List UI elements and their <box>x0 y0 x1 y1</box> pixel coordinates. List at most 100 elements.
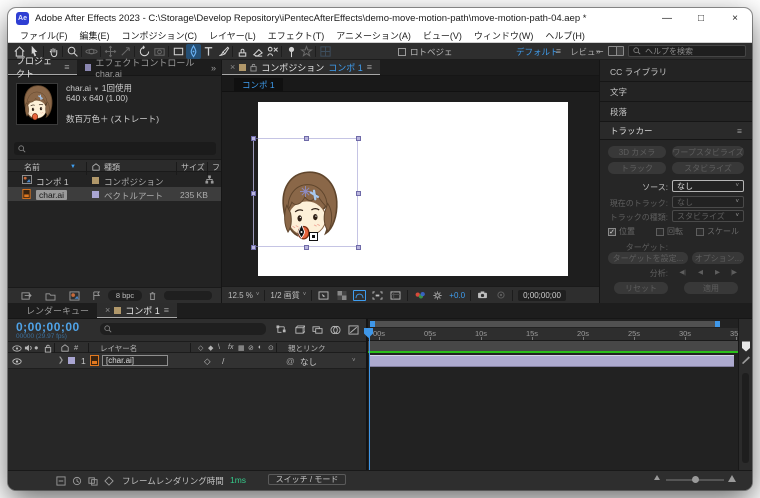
switch-col-icon-3[interactable]: fx <box>228 344 233 351</box>
switch-col-icon-7[interactable]: ⊙ <box>268 344 274 352</box>
selection-handle[interactable] <box>251 191 256 196</box>
expand-transfer-icon[interactable] <box>86 475 100 487</box>
switch-col-icon-0[interactable]: ◇ <box>198 344 203 352</box>
menu-item-1[interactable]: 編集(E) <box>74 29 116 42</box>
panel-menu-icon[interactable]: ≡ <box>164 305 169 315</box>
close-panel-icon[interactable]: × <box>230 62 235 72</box>
source-dropdown[interactable]: なし˅ <box>672 180 744 192</box>
zoom-in-mountain-icon[interactable] <box>728 475 736 482</box>
parent-dropdown[interactable]: なし <box>300 356 317 368</box>
bit-depth-button[interactable]: 8 bpc <box>108 290 142 301</box>
brush-tool-icon[interactable] <box>216 44 231 59</box>
project-row-1[interactable]: char.aiベクトルアート235 KB <box>8 187 221 201</box>
selection-handle[interactable] <box>356 191 361 196</box>
comp-marker-bin-icon[interactable] <box>741 341 751 354</box>
current-timecode[interactable]: 0;00;00;00 <box>16 320 80 334</box>
selection-handle[interactable] <box>251 136 256 141</box>
maximize-button[interactable]: □ <box>684 8 718 28</box>
channel-settings-icon[interactable] <box>413 290 426 301</box>
track-camera-button[interactable]: 3D カメラ <box>608 146 666 158</box>
tracker-checkbox-2[interactable]: スケール <box>696 226 739 237</box>
interpret-footage-icon[interactable] <box>20 290 32 302</box>
motion-sketch-star-icon[interactable] <box>299 44 314 59</box>
layer-duration-bar[interactable] <box>370 355 734 367</box>
panel-menu-icon[interactable]: ≡ <box>367 62 372 72</box>
preview-time[interactable]: 0;00;00;00 <box>518 290 566 301</box>
time-graph-area[interactable]: 00s05s10s15s20s25s30s35s <box>366 319 738 470</box>
collapse-switch-icon[interactable]: / <box>222 356 224 366</box>
region-of-interest-icon[interactable] <box>371 290 384 301</box>
mask-visibility-icon[interactable] <box>353 290 366 301</box>
layer-name-field[interactable]: [char.ai] <box>102 355 168 366</box>
roto-bezier-checkbox[interactable] <box>398 48 406 56</box>
help-search-input[interactable]: ヘルプを検索 <box>628 45 746 57</box>
tab-render-queue[interactable]: レンダーキュー <box>8 304 97 317</box>
options-button[interactable]: オプション... <box>692 252 744 264</box>
project-column-headers[interactable]: 名前 ▼ 種類 サイズ フ <box>8 159 221 172</box>
workspace-bar-icon[interactable] <box>608 46 624 56</box>
solo-icon[interactable]: ● <box>34 343 39 352</box>
viewer-tab-comp1[interactable]: コンポ 1 <box>234 78 283 92</box>
resolution-dropdown[interactable]: 1/2 画質˅ <box>270 290 306 301</box>
analyze-step-1[interactable]: ◀ <box>689 268 703 276</box>
snapshot-camera-icon[interactable] <box>476 290 489 301</box>
menu-item-6[interactable]: ビュー(V) <box>417 29 468 42</box>
menu-item-0[interactable]: ファイル(F) <box>14 29 74 42</box>
work-area-start-handle[interactable] <box>370 321 375 327</box>
project-row-0[interactable]: コンポ 1コンポジション <box>8 173 221 187</box>
stabilize-motion-button[interactable]: スタビライズ <box>672 162 744 174</box>
set-target-button[interactable]: ターゲットを設定... <box>608 252 688 264</box>
minimize-button[interactable]: — <box>650 8 684 28</box>
exposure-gear-icon[interactable] <box>431 290 444 301</box>
vertical-scrollbar[interactable] <box>742 373 749 463</box>
analyze-step-3[interactable]: |▶ <box>723 268 737 276</box>
expand-render-time-icon[interactable] <box>70 475 84 487</box>
menu-item-7[interactable]: ウィンドウ(W) <box>468 29 540 42</box>
draft-3d-icon[interactable] <box>292 324 306 336</box>
tracker-checkbox-1[interactable]: 回転 <box>656 226 683 237</box>
panel-menu-icon[interactable]: ≡ <box>737 126 742 136</box>
new-composition-icon[interactable] <box>68 290 80 302</box>
expand-keys-icon[interactable] <box>102 475 116 487</box>
checkbox-icon[interactable] <box>656 228 664 236</box>
timeline-search-input[interactable] <box>100 323 266 335</box>
selection-handle[interactable] <box>304 245 309 250</box>
frame-blending-icon[interactable] <box>328 324 342 336</box>
reset-button[interactable]: リセット <box>614 282 668 294</box>
selection-handle[interactable] <box>251 245 256 250</box>
time-ruler[interactable]: 00s05s10s15s20s25s30s35s <box>368 328 738 341</box>
track-type-dropdown[interactable]: スタビライズ˅ <box>672 210 744 222</box>
exposure-value[interactable]: +0.0 <box>449 291 465 300</box>
item-name[interactable]: char.ai <box>36 190 67 200</box>
menu-item-8[interactable]: ヘルプ(H) <box>539 29 591 42</box>
graph-editor-icon[interactable] <box>346 324 360 336</box>
expand-in-out-icon[interactable] <box>54 475 68 487</box>
roto-brush-tool-icon[interactable] <box>265 44 280 59</box>
analyze-step-2[interactable]: ▶ <box>706 268 720 276</box>
warp-stabilizer-button[interactable]: ワープスタビライズ <box>672 146 744 158</box>
zoom-out-mountain-icon[interactable] <box>654 475 660 480</box>
tab-project[interactable]: プロジェクト ≡ <box>8 60 77 75</box>
workspace-menu-icon[interactable]: ≡ <box>556 46 561 56</box>
switch-col-icon-4[interactable]: ▦ <box>238 344 245 352</box>
tab-composition[interactable]: × コンポジション コンポ 1 ≡ <box>222 60 380 75</box>
analyze-step-0[interactable]: ◀| <box>672 268 686 276</box>
zoom-slider-thumb[interactable] <box>692 476 699 483</box>
work-area-bar[interactable] <box>370 321 720 327</box>
track-motion-button[interactable]: トラック <box>608 162 666 174</box>
switch-col-icon-5[interactable]: ⊘ <box>248 344 254 352</box>
close-tab-icon[interactable]: × <box>105 305 110 315</box>
composition-viewer[interactable] <box>222 92 599 286</box>
apply-button[interactable]: 適用 <box>684 282 738 294</box>
guides-options-icon[interactable] <box>389 290 402 301</box>
tracker-checkbox-0[interactable]: ✓位置 <box>608 226 635 237</box>
checkbox-icon[interactable]: ✓ <box>608 228 616 236</box>
clone-stamp-tool-icon[interactable] <box>235 44 250 59</box>
tab-timeline-comp1[interactable]: × コンポ 1 ≡ <box>97 303 177 318</box>
panel-character[interactable]: 文字 <box>600 82 752 102</box>
timeline-zoom-slider[interactable] <box>666 479 724 481</box>
workspace-more-chevron[interactable]: » <box>596 46 601 56</box>
workspace-default[interactable]: デフォルト <box>516 46 559 58</box>
anchor-point-icon[interactable] <box>300 186 311 199</box>
selection-handle[interactable] <box>304 136 309 141</box>
